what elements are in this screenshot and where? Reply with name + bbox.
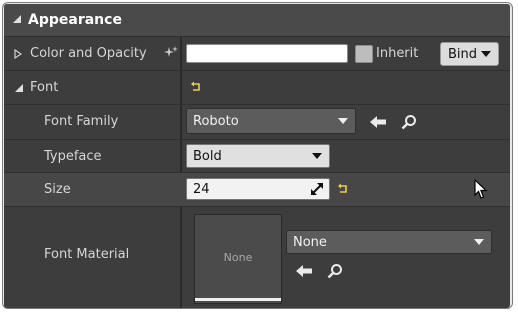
size-input[interactable]: 24 <box>186 178 330 200</box>
material-use-selected-arrow-icon[interactable] <box>295 263 313 279</box>
font-family-value: Roboto <box>193 113 239 129</box>
bind-button[interactable]: Bind <box>440 42 499 66</box>
size-value: 24 <box>193 181 210 197</box>
typeface-dropdown[interactable]: Bold <box>186 144 330 168</box>
size-reset-to-default-icon[interactable] <box>337 183 349 195</box>
browse-search-icon[interactable] <box>401 114 417 130</box>
material-thumbnail-bar <box>195 298 281 301</box>
add-binding-icon[interactable] <box>164 46 178 60</box>
font-row: Font <box>4 71 510 105</box>
font-family-label: Font Family <box>44 114 119 129</box>
material-browse-search-icon[interactable] <box>327 263 343 279</box>
typeface-row: Typeface Bold <box>4 140 510 173</box>
size-label: Size <box>44 182 71 197</box>
dropdown-caret-icon <box>474 239 484 245</box>
inherit-label: Inherit <box>376 46 419 61</box>
details-panel: Appearance Color and Opacity Inherit Bin… <box>4 4 510 308</box>
color-value-field[interactable] <box>186 44 348 63</box>
font-label: Font <box>30 80 59 95</box>
font-family-row: Font Family Roboto <box>4 105 510 140</box>
material-thumbnail[interactable]: None <box>194 214 282 304</box>
use-selected-arrow-icon[interactable] <box>369 114 387 130</box>
bind-button-label: Bind <box>447 46 478 62</box>
expand-arrow-icon[interactable] <box>14 48 23 63</box>
reset-to-default-icon[interactable] <box>190 81 202 93</box>
font-material-label: Font Material <box>44 247 130 262</box>
inherit-checkbox[interactable] <box>355 45 373 63</box>
color-opacity-label: Color and Opacity <box>30 46 147 61</box>
appearance-section-header[interactable]: Appearance <box>4 4 510 37</box>
spin-drag-icon[interactable] <box>311 183 323 199</box>
collapse-arrow-icon <box>12 12 22 28</box>
mouse-cursor-icon <box>474 179 488 201</box>
bind-dropdown-caret-icon <box>481 51 492 57</box>
size-row: Size 24 <box>4 173 510 207</box>
dropdown-caret-icon <box>312 153 322 159</box>
font-material-value: None <box>293 234 327 250</box>
dropdown-caret-icon <box>338 118 348 124</box>
color-opacity-row: Color and Opacity Inherit Bind <box>4 37 510 71</box>
typeface-label: Typeface <box>44 149 102 164</box>
typeface-value: Bold <box>193 148 222 164</box>
font-material-dropdown[interactable]: None <box>286 230 492 254</box>
section-title: Appearance <box>28 12 122 28</box>
font-collapse-arrow-icon[interactable] <box>14 82 24 97</box>
material-thumbnail-label: None <box>223 251 253 264</box>
font-family-dropdown[interactable]: Roboto <box>186 108 356 134</box>
